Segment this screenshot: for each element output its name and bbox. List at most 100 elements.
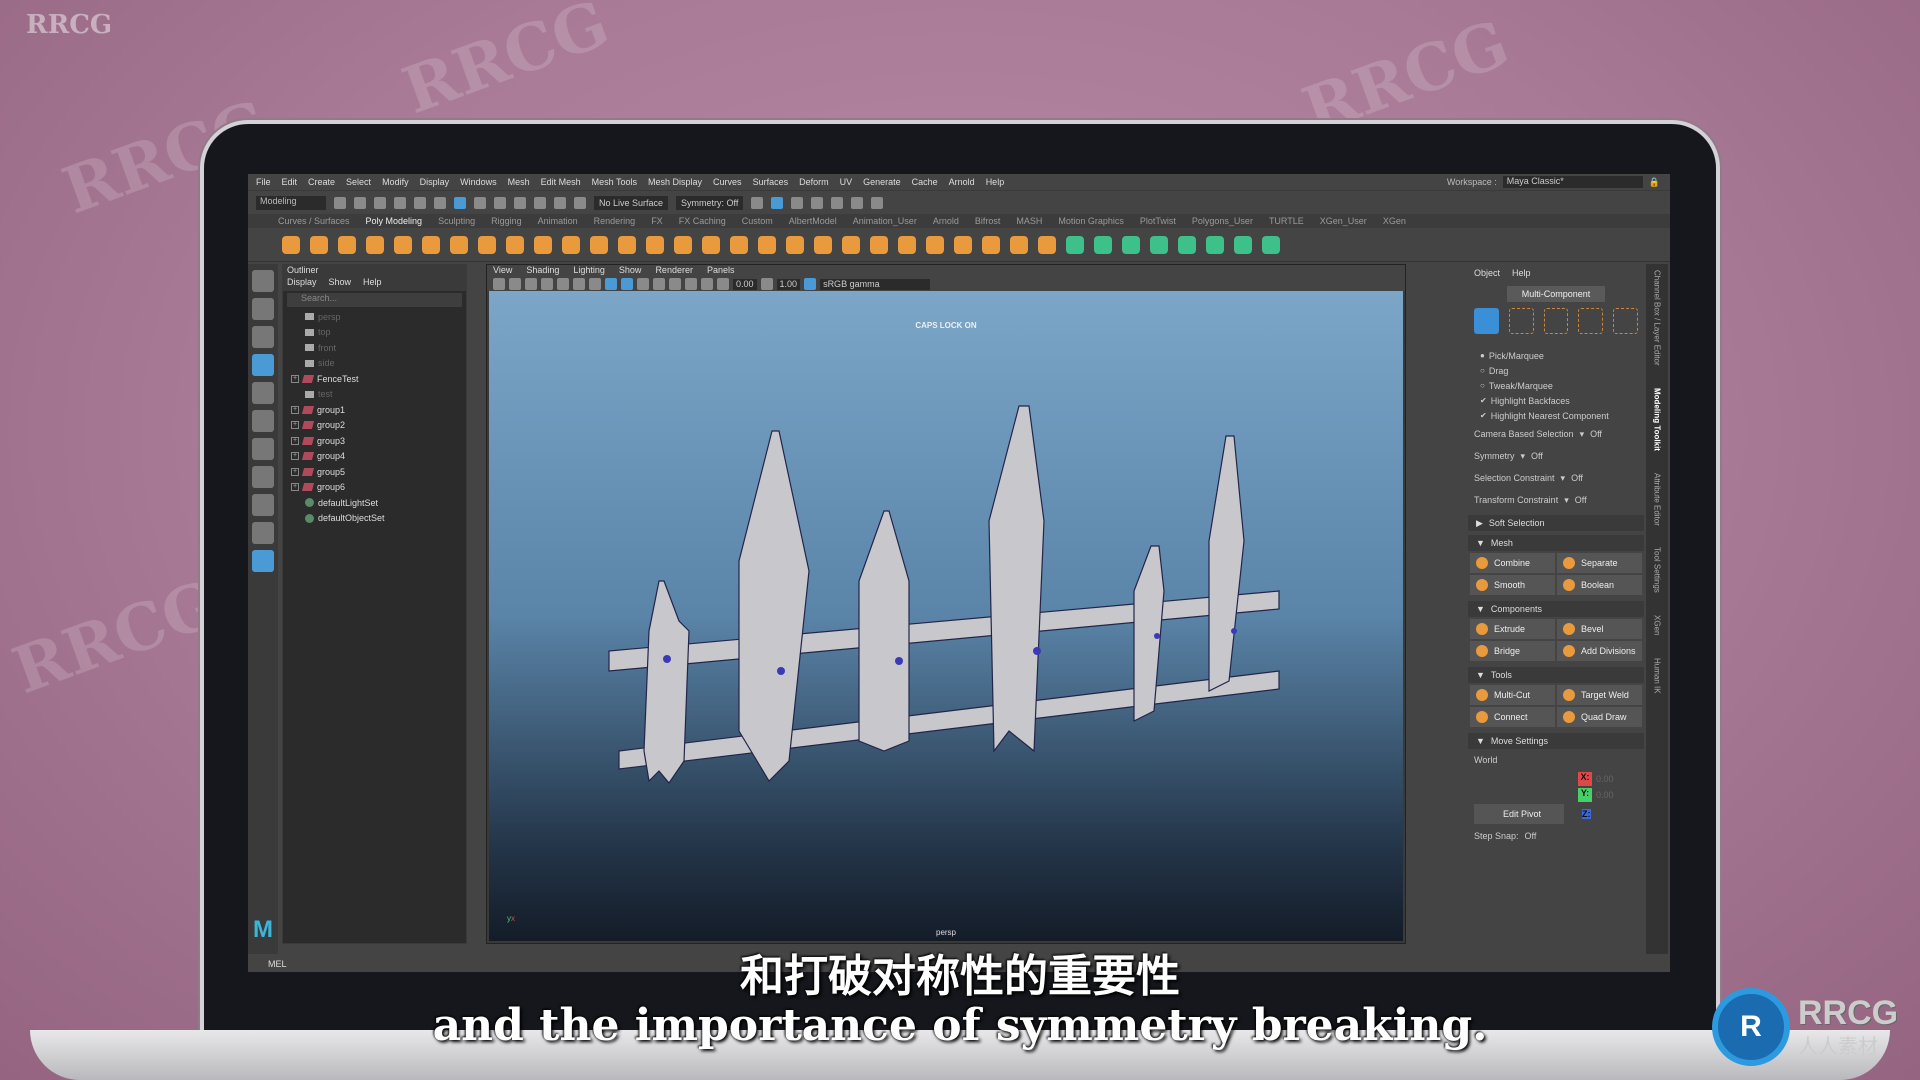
pause-icon[interactable]: [871, 196, 884, 209]
side-tab-human-ik[interactable]: Human IK: [1653, 658, 1662, 694]
multicut-icon[interactable]: [982, 235, 1000, 254]
outliner-item[interactable]: test: [283, 387, 466, 403]
section-mesh[interactable]: ▼ Mesh: [1468, 535, 1644, 551]
sphere-tool-icon[interactable]: [590, 235, 608, 254]
snap-curve-icon[interactable]: [514, 196, 526, 209]
shelf-tab-motion-graphics[interactable]: Motion Graphics: [1058, 216, 1124, 226]
section-components[interactable]: ▼ Components: [1468, 601, 1644, 617]
step-snap-value[interactable]: Off: [1525, 831, 1537, 841]
live-surface-field[interactable]: No Live Surface: [594, 195, 669, 210]
render-view-icon[interactable]: [791, 196, 804, 209]
side-tab-tool-settings[interactable]: Tool Settings: [1653, 547, 1662, 593]
target-weld-icon[interactable]: [1010, 235, 1028, 254]
coord-icon[interactable]: [646, 235, 664, 254]
checkbox-icon[interactable]: ✔: [1480, 396, 1487, 405]
expand-icon[interactable]: +: [291, 483, 299, 492]
bridge-button[interactable]: Bridge: [1470, 641, 1555, 661]
shelf-tab-custom[interactable]: Custom: [742, 216, 773, 226]
snap-point-icon[interactable]: [534, 196, 546, 209]
shelf-tab-fx[interactable]: FX: [651, 216, 663, 226]
grid-icon[interactable]: [541, 278, 553, 290]
cube-icon[interactable]: [310, 235, 328, 254]
outliner-item[interactable]: persp: [283, 309, 466, 325]
menu-uv[interactable]: UV: [840, 177, 853, 187]
paint-select-icon[interactable]: [252, 326, 274, 348]
menu-file[interactable]: File: [256, 177, 271, 187]
shadows-icon[interactable]: [669, 278, 681, 290]
type-icon[interactable]: [534, 235, 552, 254]
expand-icon[interactable]: +: [291, 467, 299, 476]
menu-create[interactable]: Create: [308, 177, 335, 187]
target-weld-button[interactable]: Target Weld: [1557, 685, 1642, 705]
outliner-item[interactable]: + FenceTest: [283, 371, 466, 387]
setting-value[interactable]: Off: [1571, 473, 1583, 483]
extrude-button[interactable]: Extrude: [1470, 619, 1555, 639]
uv-layout-icon[interactable]: [1206, 235, 1224, 254]
film-gate-icon[interactable]: [557, 278, 569, 290]
redo-icon[interactable]: [414, 196, 426, 209]
shelf-tab-xgen-user[interactable]: XGen_User: [1320, 216, 1367, 226]
svg-icon[interactable]: [562, 235, 580, 254]
checkbox-highlight-nearest-component[interactable]: ✔ Highlight Nearest Component: [1468, 408, 1644, 423]
expand-icon[interactable]: +: [291, 421, 299, 430]
expand-icon[interactable]: +: [291, 405, 299, 414]
snap-view-icon[interactable]: [554, 196, 566, 209]
menuset-select[interactable]: Modeling: [256, 195, 326, 210]
outliner-item[interactable]: + group2: [283, 418, 466, 434]
viewport-menu-view[interactable]: View: [493, 265, 512, 277]
toolkit-menu-object[interactable]: Object: [1474, 268, 1500, 278]
platonic-icon[interactable]: [478, 235, 496, 254]
viewport-menu-shading[interactable]: Shading: [526, 265, 559, 277]
dropdown-arrow-icon[interactable]: ▾: [1564, 495, 1569, 506]
menu-select[interactable]: Select: [346, 177, 371, 187]
setting-value[interactable]: Off: [1590, 429, 1602, 439]
textured-icon[interactable]: [637, 278, 649, 290]
xray-icon[interactable]: [701, 278, 713, 290]
menu-surfaces[interactable]: Surfaces: [753, 177, 789, 187]
quad-draw-icon[interactable]: [1038, 235, 1056, 254]
uv-planar-icon[interactable]: [1066, 235, 1084, 254]
uv-auto-icon[interactable]: [1150, 235, 1168, 254]
expand-icon[interactable]: +: [291, 436, 299, 445]
outliner-item[interactable]: side: [283, 356, 466, 372]
sphere-icon[interactable]: [282, 235, 300, 254]
radio-drag[interactable]: ○ Drag: [1468, 363, 1644, 378]
face-mode-icon[interactable]: [1578, 308, 1604, 334]
history-icon[interactable]: [751, 196, 764, 209]
wireframe-icon[interactable]: [589, 278, 601, 290]
add-divisions-button[interactable]: Add Divisions: [1557, 641, 1642, 661]
wireframe-on-shaded-icon[interactable]: [621, 278, 633, 290]
shelf-tab-rendering[interactable]: Rendering: [594, 216, 636, 226]
snap-surface-icon[interactable]: [574, 196, 586, 209]
dropdown-arrow-icon[interactable]: ▾: [1561, 473, 1566, 484]
shelf-tab-animation-user[interactable]: Animation_User: [853, 216, 917, 226]
shelf-tab-bifrost[interactable]: Bifrost: [975, 216, 1001, 226]
radio-tweak-marquee[interactable]: ○ Tweak/Marquee: [1468, 378, 1644, 393]
boolean-icon[interactable]: [786, 235, 804, 254]
shelf-tab-sculpting[interactable]: Sculpting: [438, 216, 475, 226]
menu-help[interactable]: Help: [986, 177, 1005, 187]
gamma-icon[interactable]: [760, 278, 773, 290]
quad-draw-button[interactable]: Quad Draw: [1557, 707, 1642, 727]
dropdown-arrow-icon[interactable]: ▾: [1521, 451, 1526, 462]
uv-unfold-icon[interactable]: [1178, 235, 1196, 254]
cone-icon[interactable]: [366, 235, 384, 254]
section-tools[interactable]: ▼ Tools: [1468, 667, 1644, 683]
outliner-item[interactable]: defaultLightSet: [283, 495, 466, 511]
move-z-field[interactable]: Z:: [1582, 809, 1591, 819]
smooth-button[interactable]: Smooth: [1470, 575, 1555, 595]
checkbox-icon[interactable]: ✔: [1480, 411, 1487, 420]
separate-button[interactable]: Separate: [1557, 553, 1642, 573]
menu-mesh-display[interactable]: Mesh Display: [648, 177, 702, 187]
outliner-menu-show[interactable]: Show: [329, 277, 352, 291]
shelf-tab-albertmodel[interactable]: AlbertModel: [789, 216, 837, 226]
outliner-item[interactable]: + group3: [283, 433, 466, 449]
menu-modify[interactable]: Modify: [382, 177, 409, 187]
outliner-item[interactable]: + group5: [283, 464, 466, 480]
dropdown-arrow-icon[interactable]: ▾: [1580, 429, 1585, 440]
radio-icon[interactable]: ●: [1480, 351, 1485, 360]
menu-windows[interactable]: Windows: [460, 177, 497, 187]
shelf-tab-mash[interactable]: MASH: [1016, 216, 1042, 226]
radio-icon[interactable]: ○: [1480, 381, 1485, 390]
symmetry-field[interactable]: Symmetry: Off: [676, 195, 744, 210]
